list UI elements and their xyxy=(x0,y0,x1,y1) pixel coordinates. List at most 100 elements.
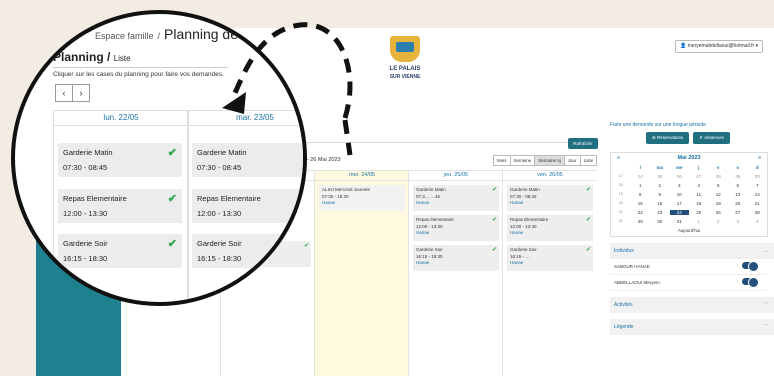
page-title-main: Planning / xyxy=(53,50,111,64)
calendar-day[interactable]: 1 xyxy=(631,183,651,188)
zoom-event[interactable]: Garderie Matin 07:30 - 08:45 ✔ xyxy=(58,143,182,177)
calendar-day[interactable]: 26 xyxy=(709,210,729,215)
calendar-day[interactable]: 1 xyxy=(689,219,709,224)
user-menu-button[interactable]: 👤 meryemabdellaoui@hotmail.fr ▾ xyxy=(675,40,764,53)
calendar-day[interactable]: 24 xyxy=(669,210,689,215)
reservations-button[interactable]: ⊕ Réservations xyxy=(646,132,690,144)
calendar-day[interactable]: 27 xyxy=(689,174,709,179)
calendar-day[interactable]: 30 xyxy=(748,174,768,179)
calendar-day[interactable]: 4 xyxy=(748,219,768,224)
view-button[interactable]: Jour xyxy=(563,155,581,166)
calendar-day[interactable]: 2 xyxy=(709,219,729,224)
calendar-day[interactable]: 11 xyxy=(689,192,709,197)
day-column: ven. 26/05 Garderie Matin 07:30 - 08:45 Han… xyxy=(502,170,597,376)
calendar-day[interactable]: 8 xyxy=(631,192,651,197)
calendar-day[interactable]: 3 xyxy=(670,183,690,188)
view-button[interactable]: Semaine xyxy=(509,155,536,166)
view-button[interactable]: Mois xyxy=(493,155,511,166)
refresh-button[interactable]: Rafraîchir xyxy=(568,138,598,149)
check-icon: ✔ xyxy=(585,187,591,193)
calendar-event[interactable]: Garderie Matin 07:30 - 08:45 Hanae ✔ xyxy=(507,185,593,211)
breadcrumb-home[interactable]: Espace famille xyxy=(95,31,154,41)
zoom-event-time: 12:00 - 13:30 xyxy=(63,209,108,218)
coat-of-arms-icon xyxy=(390,36,420,62)
calendar-day[interactable]: 31 xyxy=(670,219,690,224)
calendar-day[interactable]: 15 xyxy=(631,201,651,206)
today-button[interactable]: Aujourd'hui xyxy=(611,228,767,236)
calendar-day[interactable]: 3 xyxy=(728,219,748,224)
next-week-button[interactable]: › xyxy=(72,84,90,102)
toolbar-divider xyxy=(300,142,592,143)
zoom-event[interactable]: Garderie Matin 07:30 - 08:45 ✔ xyxy=(192,143,303,177)
calendar-day[interactable]: 2 xyxy=(650,183,670,188)
calendar-day[interactable]: 12 xyxy=(709,192,729,197)
calendar-day[interactable]: 10 xyxy=(670,192,690,197)
calendar-event[interactable]: Garderie Matin 07:3… …45 Hanae ✔ xyxy=(413,185,499,211)
calendar-day[interactable]: 26 xyxy=(670,174,690,179)
individu-row: SABOUR HANAE xyxy=(610,259,766,275)
calendar-event[interactable]: Garderie Soir 16:15 - 18:30 Hanae ✔ xyxy=(413,245,499,271)
calendar-day[interactable]: 28 xyxy=(748,210,768,215)
calendar-day[interactable]: 5 xyxy=(709,183,729,188)
calendar-day[interactable]: 28 xyxy=(709,174,729,179)
mini-cal-month: Mai 2023 xyxy=(677,155,701,161)
zoom-event[interactable]: Repas Elementaire12:00 - 13:30✔ xyxy=(58,189,182,223)
calendar-day[interactable]: 14 xyxy=(748,192,768,197)
calendar-day[interactable]: 17 xyxy=(670,201,690,206)
calendar-event[interactable]: Repas Elementaire 12:00 - 13:30 Hanae ✔ xyxy=(507,215,593,241)
calendar-day[interactable]: 4 xyxy=(689,183,709,188)
calendar-day[interactable]: 16 xyxy=(650,201,670,206)
prev-week-button[interactable]: ‹ xyxy=(55,84,73,102)
day-column: mer. 24/05 ALSH Mercredi Journée 07:30 - 1… xyxy=(314,170,409,376)
event-child: Hanae xyxy=(510,200,524,205)
section-activites-label: Activités xyxy=(614,302,633,308)
calendar-day[interactable]: 29 xyxy=(728,174,748,179)
calendar-day[interactable]: 25 xyxy=(689,210,709,215)
calendar-event[interactable]: Garderie Soir 16:15 - … Hanae ✔ xyxy=(507,245,593,271)
calendar-day[interactable]: 30 xyxy=(650,219,670,224)
section-individus[interactable]: Individus ︿ xyxy=(610,243,774,259)
day-header: jeu. 25/05 xyxy=(409,170,503,181)
individu-toggle[interactable] xyxy=(742,261,759,272)
week-number: 19 xyxy=(618,192,623,196)
view-button[interactable]: Liste xyxy=(579,155,598,166)
mini-cal-prev[interactable]: « xyxy=(617,155,620,161)
calendar-day[interactable]: 13 xyxy=(728,192,748,197)
section-activites[interactable]: Activités ﹀ xyxy=(610,297,774,313)
view-button[interactable]: Semaine 5j xyxy=(534,155,565,166)
mini-cal-next[interactable]: » xyxy=(758,155,761,161)
absences-button[interactable]: ✗ Absences xyxy=(693,132,730,144)
chevron-up-icon: ︿ xyxy=(762,248,768,254)
section-legende[interactable]: Légende ﹀ xyxy=(610,319,774,335)
calendar-day[interactable]: 19 xyxy=(709,201,729,206)
weekday-header: d xyxy=(755,165,759,170)
calendar-day[interactable]: 22 xyxy=(631,210,651,215)
calendar-day[interactable]: 21 xyxy=(748,201,768,206)
zoom-day-header: lun. 22/05 xyxy=(54,111,188,126)
zoom-event[interactable]: Repas Elementaire12:00 - 13:30✔ xyxy=(192,189,303,223)
individu-toggle[interactable] xyxy=(742,277,759,288)
zoom-event[interactable]: Garderie Soir16:15 - 18:30✔ xyxy=(192,234,303,268)
calendar-event[interactable]: ALSH Mercredi Journée 07:30 - 18:30 Hanae xyxy=(319,185,405,211)
calendar-day[interactable]: 25 xyxy=(650,174,670,179)
calendar-day[interactable]: 7 xyxy=(748,183,768,188)
calendar-event[interactable]: Repas élementaire 12:00 - 13:30 Hanae ✔ xyxy=(413,215,499,241)
calendar-day[interactable]: 23 xyxy=(650,210,670,215)
calendar-day[interactable]: 18 xyxy=(689,201,709,206)
zoom-event-time: 07:30 - 08:45 xyxy=(197,163,242,172)
section-individus-label: Individus xyxy=(614,248,634,254)
week-number: 20 xyxy=(618,201,623,205)
calendar-day[interactable]: 24 xyxy=(631,174,651,179)
calendar-day[interactable]: 9 xyxy=(650,192,670,197)
help-text: Cliquer sur les cases du planning pour f… xyxy=(53,71,224,78)
calendar-day[interactable]: 6 xyxy=(728,183,748,188)
zoom-event-name: Garderie Soir xyxy=(197,239,242,248)
event-child: Hanae xyxy=(510,260,524,265)
zoom-event-name: Repas Elementaire xyxy=(63,194,127,203)
calendar-day[interactable]: 20 xyxy=(728,201,748,206)
breadcrumb: Espace famille / Planning des xyxy=(95,26,245,42)
event-child: Hanae xyxy=(510,230,524,235)
zoom-event[interactable]: Garderie Soir16:15 - 18:30✔ xyxy=(58,234,182,268)
calendar-day[interactable]: 27 xyxy=(728,210,748,215)
calendar-day[interactable]: 29 xyxy=(631,219,651,224)
